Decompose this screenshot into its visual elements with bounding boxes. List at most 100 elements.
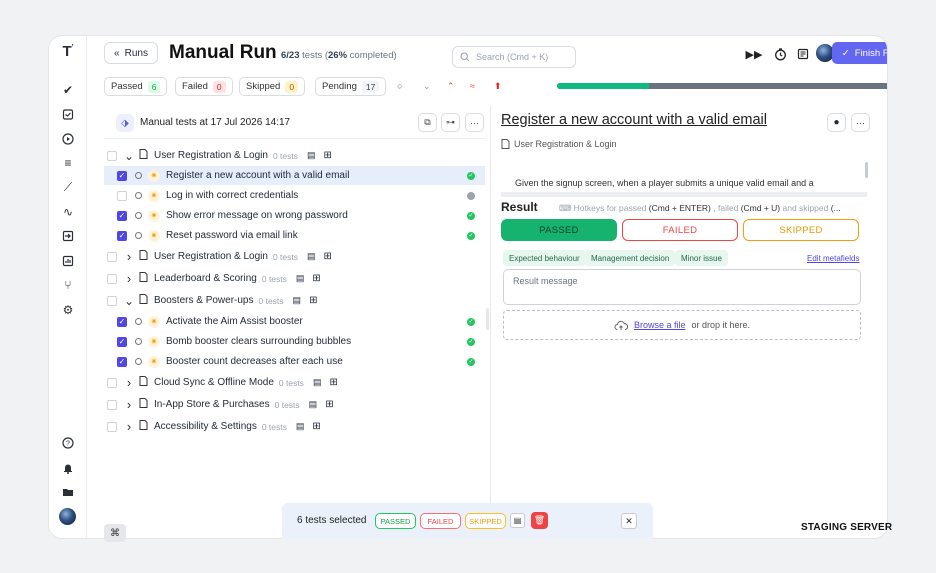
close-icon[interactable]: ✕ — [621, 513, 637, 529]
suite-notes-icon[interactable]: ▤ — [293, 295, 302, 306]
test-row[interactable]: ✷ Log in with correct credentials — [104, 186, 485, 205]
test-row[interactable]: ✓ ✷ Activate the Aim Assist booster ✓ — [104, 312, 485, 331]
priority-critical-icon[interactable]: ⬆ — [494, 81, 502, 92]
test-suite-ref[interactable]: User Registration & Login — [501, 139, 617, 149]
test-row[interactable]: ✓ ✷ Bomb booster clears surrounding bubble… — [104, 332, 485, 351]
suite-row[interactable]: › Leaderboard & Scoring 0 tests ▤ ⊞ — [104, 269, 485, 288]
row-checkbox[interactable] — [107, 421, 117, 432]
test-row[interactable]: ✓ ✷ Reset password via email link ✓ — [104, 226, 485, 245]
suite-notes-icon[interactable]: ▤ — [307, 150, 316, 161]
row-checkbox[interactable] — [107, 377, 117, 388]
trend-icon[interactable]: ⟋ — [61, 180, 75, 194]
suite-row[interactable]: › User Registration & Login 0 tests ▤ ⊞ — [104, 247, 485, 266]
failed-button[interactable]: FAILED — [622, 219, 738, 241]
test-row[interactable]: ✓ ✷ Booster count decreases after each use… — [104, 352, 485, 371]
browse-file-link[interactable]: Browse a file — [634, 320, 686, 330]
chevron-right-icon[interactable]: › — [124, 419, 134, 434]
suite-notes-icon[interactable]: ▤ — [296, 273, 305, 284]
chevron-right-icon[interactable]: › — [124, 249, 134, 264]
tag-expected-behaviour[interactable]: Expected behaviour — [503, 250, 586, 266]
logo-icon[interactable]: T’ — [61, 43, 75, 60]
import-icon[interactable] — [61, 229, 75, 243]
add-test-icon[interactable]: ⊞ — [324, 251, 332, 262]
add-test-icon[interactable]: ⊞ — [324, 150, 332, 161]
priority-medium-icon[interactable]: ⌃ — [447, 81, 455, 92]
copy-icon[interactable]: ⧉ — [418, 113, 437, 132]
description-scrollbar[interactable] — [865, 162, 868, 178]
row-checkbox[interactable] — [107, 273, 117, 284]
chart-icon[interactable] — [61, 254, 75, 268]
user-avatar[interactable] — [59, 508, 76, 525]
runs-back-button[interactable]: « Runs — [104, 42, 158, 64]
suite-row[interactable]: › Accessibility & Settings 0 tests ▤ ⊞ — [104, 417, 485, 436]
bulk-passed-button[interactable]: PASSED — [375, 513, 416, 529]
row-checkbox[interactable]: ✓ — [117, 210, 127, 221]
description-h-scrollbar[interactable] — [501, 192, 867, 197]
skipped-filter-chip[interactable]: Skipped 0 — [239, 77, 306, 96]
row-checkbox[interactable] — [107, 251, 117, 262]
bulk-skipped-button[interactable]: SKIPPED — [465, 513, 506, 529]
bell-icon[interactable] — [61, 461, 75, 475]
row-checkbox[interactable]: ✓ — [117, 336, 127, 347]
tag-minor-issue[interactable]: Minor issue — [675, 250, 728, 266]
row-checkbox[interactable] — [107, 399, 117, 410]
checkmark-icon[interactable]: ✔ — [61, 83, 75, 97]
suite-notes-icon[interactable]: ▤ — [313, 377, 322, 388]
suite-notes-icon[interactable]: ▤ — [309, 399, 318, 410]
suite-notes-icon[interactable]: ▤ — [307, 251, 316, 262]
folder-icon[interactable] — [61, 485, 75, 499]
finish-run-button[interactable]: ✓ Finish Run — [832, 42, 887, 64]
branch-icon[interactable]: ⑂ — [61, 278, 75, 292]
gear-icon[interactable]: ⚙ — [61, 303, 75, 317]
trash-icon[interactable]: 🗑 — [531, 512, 548, 529]
chevron-right-icon[interactable]: › — [124, 271, 134, 286]
add-test-icon[interactable]: ⊞ — [309, 295, 317, 306]
row-checkbox[interactable]: ✓ — [117, 316, 127, 327]
suite-row[interactable]: ⌄ User Registration & Login 0 tests ▤ ⊞ — [104, 146, 485, 165]
test-row[interactable]: ✓ ✷ Show error message on wrong password ✓ — [104, 206, 485, 225]
file-dropzone[interactable]: Browse a file or drop it here. — [503, 310, 861, 340]
tag-management-decision[interactable]: Management decision — [585, 250, 676, 266]
fast-forward-icon[interactable]: ▶▶ — [745, 45, 763, 63]
priority-high-icon[interactable]: ≈ — [470, 81, 475, 91]
play-circle-icon[interactable] — [61, 132, 75, 146]
row-checkbox[interactable]: ✓ — [117, 356, 127, 367]
comment-icon[interactable]: ▤ — [510, 513, 525, 528]
pending-filter-chip[interactable]: Pending 17 — [315, 77, 387, 96]
chevron-down-icon[interactable]: ⌄ — [124, 294, 134, 308]
resize-handle[interactable] — [486, 308, 489, 330]
suite-row[interactable]: ⌄ Boosters & Power-ups 0 tests ▤ ⊞ — [104, 291, 485, 310]
row-checkbox[interactable]: ✓ — [117, 230, 127, 241]
failed-filter-chip[interactable]: Failed 0 — [175, 77, 233, 96]
priority-none-icon[interactable]: ○ — [397, 81, 402, 91]
stopwatch-icon[interactable]: ● — [827, 113, 846, 132]
add-test-icon[interactable]: ⊞ — [329, 377, 337, 388]
row-checkbox[interactable] — [117, 190, 127, 201]
notes-icon[interactable] — [794, 45, 812, 63]
timer-icon[interactable] — [771, 45, 789, 63]
result-message-input[interactable]: Result message — [503, 269, 861, 305]
add-test-icon[interactable]: ⊞ — [312, 421, 320, 432]
edit-metafields-link[interactable]: Edit metafields — [807, 254, 859, 263]
list-check-icon[interactable]: ≡ — [61, 156, 75, 170]
chevron-right-icon[interactable]: › — [124, 397, 134, 412]
row-checkbox[interactable] — [107, 295, 117, 306]
add-test-icon[interactable]: ⊞ — [325, 399, 333, 410]
row-checkbox[interactable]: ✓ — [117, 170, 127, 181]
skipped-button[interactable]: SKIPPED — [743, 219, 859, 241]
more-icon[interactable]: ··· — [465, 113, 484, 132]
activity-icon[interactable]: ∿ — [61, 205, 75, 219]
command-icon[interactable]: ⌘ — [104, 524, 126, 542]
priority-low-icon[interactable]: ⌄ — [423, 81, 431, 92]
help-icon[interactable]: ? — [61, 436, 75, 450]
hierarchy-icon[interactable]: ⊶ — [441, 113, 460, 132]
search-input[interactable]: Search (Cmd + K) — [452, 46, 576, 68]
suite-row[interactable]: › Cloud Sync & Offline Mode 0 tests ▤ ⊞ — [104, 373, 485, 392]
row-checkbox[interactable] — [107, 150, 117, 161]
chevron-down-icon[interactable]: ⌄ — [124, 149, 134, 163]
passed-button[interactable]: PASSED — [501, 219, 617, 241]
suite-row[interactable]: › In-App Store & Purchases 0 tests ▤ ⊞ — [104, 395, 485, 414]
clipboard-check-icon[interactable] — [61, 107, 75, 121]
detail-more-icon[interactable]: ··· — [851, 113, 870, 132]
chevron-right-icon[interactable]: › — [124, 375, 134, 390]
